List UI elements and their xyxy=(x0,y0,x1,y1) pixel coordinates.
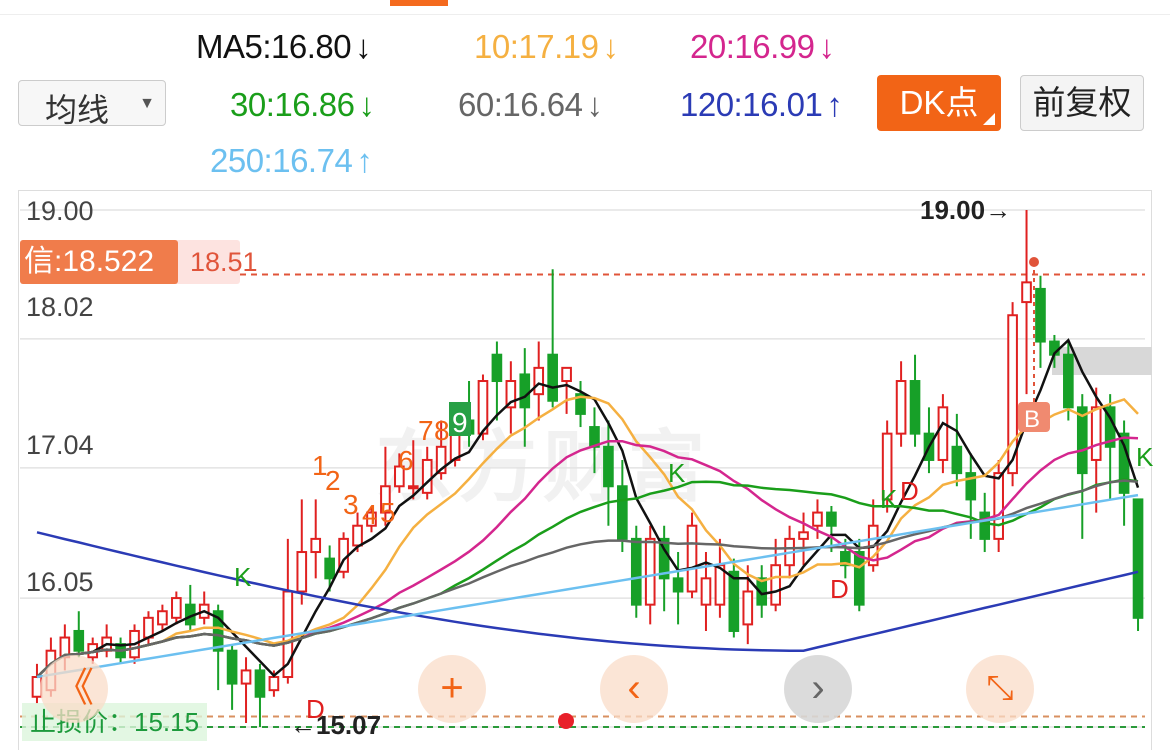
candle-body xyxy=(728,570,740,632)
candle-body xyxy=(171,597,182,619)
candle-body xyxy=(979,511,991,540)
td-count-label: 7 xyxy=(418,415,434,446)
candle-body xyxy=(603,445,614,488)
dk-marker: K xyxy=(234,562,252,592)
signal-price-label: 信:18.522 xyxy=(20,240,178,284)
candle-body xyxy=(630,537,642,606)
dk-marker: K xyxy=(1136,442,1154,472)
dk-marker: K xyxy=(880,484,898,514)
candle-body xyxy=(798,531,809,540)
kline-chart-svg: 123 4 567 8 9KDDDKKKB xyxy=(20,209,1154,728)
ma30-line xyxy=(36,478,1139,678)
ma250-line xyxy=(36,493,1139,679)
position-indicator-dot xyxy=(558,713,574,729)
dk-marker: K xyxy=(668,458,686,488)
scroll-back-button[interactable]: ‹ xyxy=(600,655,668,723)
signal-price-value: 18.51 xyxy=(190,247,258,277)
candle-body xyxy=(993,472,1004,540)
candle-body xyxy=(310,537,322,554)
candle-body xyxy=(700,577,712,606)
td-count-label: 3 xyxy=(343,489,359,520)
candle-body xyxy=(268,676,280,692)
signal-price-tag: 18.51 信:18.522 xyxy=(20,240,258,284)
candle-body xyxy=(157,610,168,626)
candle-body xyxy=(1090,406,1102,461)
dk-marker: D xyxy=(830,574,849,604)
candle-body xyxy=(742,590,754,626)
td-count-label: 6 xyxy=(398,445,414,476)
td-count-label: 9 xyxy=(452,407,468,438)
candle-body xyxy=(826,511,837,527)
candle-body xyxy=(937,406,949,461)
candle-body xyxy=(617,485,628,540)
td-count-label: 8 xyxy=(434,415,450,446)
candle-body xyxy=(909,380,921,435)
period-high-label: 19.00→ xyxy=(920,195,1012,225)
candle-body xyxy=(1132,498,1144,619)
td-count-label: 5 xyxy=(380,497,396,528)
y-axis-label: 17.04 xyxy=(26,430,94,460)
candle-body xyxy=(1021,281,1032,304)
ma120-line xyxy=(36,531,1139,652)
candle-body xyxy=(73,629,85,652)
candle-body xyxy=(561,366,572,383)
scroll-forward-button[interactable]: › xyxy=(784,655,852,723)
period-low-label: ←15.07 xyxy=(290,710,382,740)
candle-body xyxy=(770,564,781,606)
signal-point xyxy=(1029,257,1039,267)
td-count-label: 2 xyxy=(325,465,341,496)
dk-marker: D xyxy=(900,476,919,506)
candle-body xyxy=(352,524,363,547)
candle-body xyxy=(853,551,865,606)
candle-body xyxy=(644,537,656,606)
candle-body xyxy=(1035,287,1046,343)
td-count-label: 4 xyxy=(362,499,378,530)
candle-body xyxy=(1063,353,1074,409)
candle-body xyxy=(812,511,823,527)
scroll-start-button[interactable]: 《 xyxy=(40,655,108,723)
candle-body xyxy=(491,353,503,383)
candle-body xyxy=(547,353,558,402)
y-axis-label: 19.00 xyxy=(26,196,94,226)
candle-body xyxy=(407,485,419,490)
candle-body xyxy=(324,557,335,580)
candle-body xyxy=(951,445,963,475)
candle-body xyxy=(519,373,531,409)
candle-body xyxy=(895,380,907,435)
candle-body xyxy=(421,458,433,494)
y-axis-label: 16.05 xyxy=(26,567,94,597)
candle-body xyxy=(143,616,154,639)
candle-body xyxy=(686,524,698,593)
buy-marker: B xyxy=(1024,406,1040,433)
zoom-in-button[interactable]: + xyxy=(418,655,486,723)
candle-body xyxy=(672,577,684,593)
fullscreen-icon[interactable]: ⤡ xyxy=(966,655,1034,723)
candle-body xyxy=(533,366,545,396)
candle-body xyxy=(296,551,308,593)
candle-body xyxy=(1118,432,1130,494)
candle-body xyxy=(240,669,252,685)
candle-body xyxy=(254,669,266,698)
y-axis-label: 18.02 xyxy=(26,292,94,322)
candle-body xyxy=(226,649,238,685)
